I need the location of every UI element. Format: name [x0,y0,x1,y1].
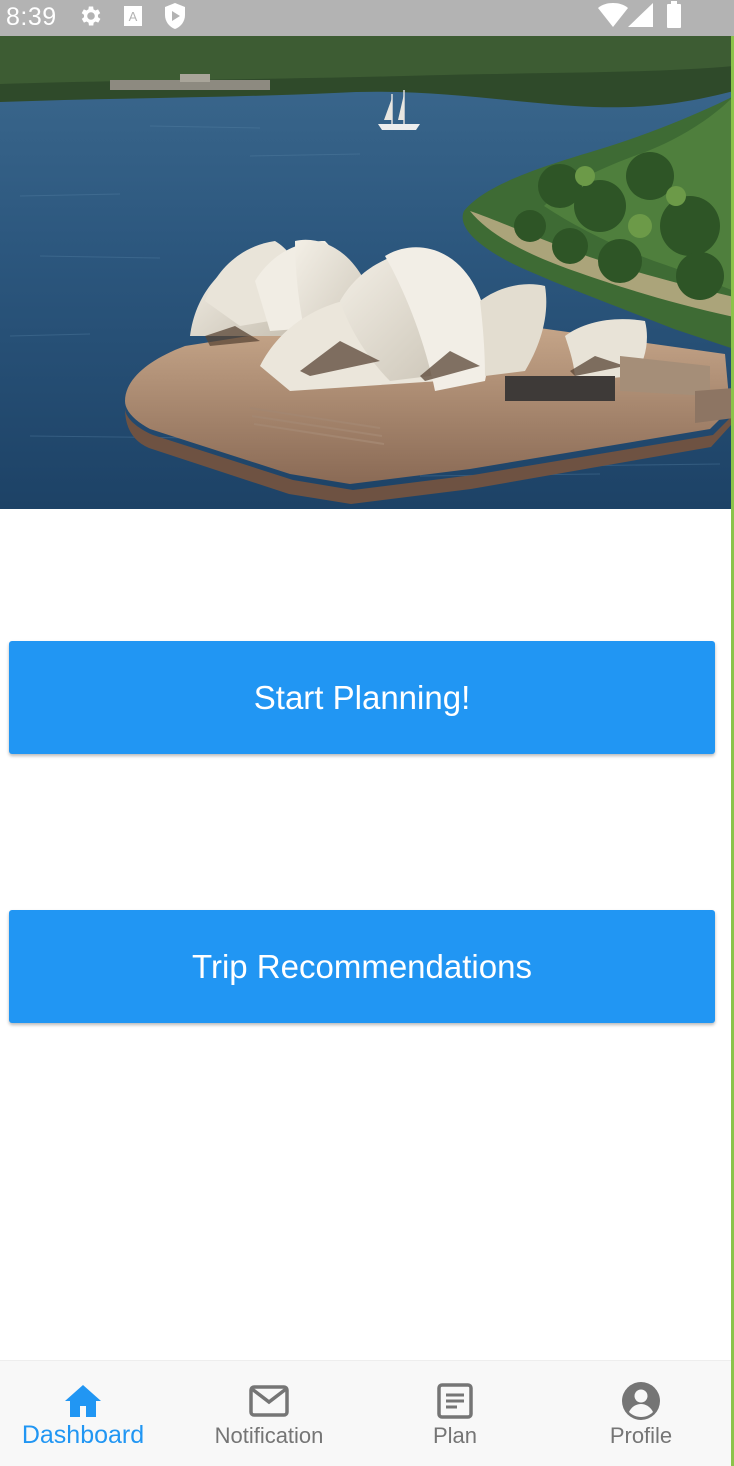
bottom-navigation: Dashboard Notification Plan Profile [0,1360,731,1466]
nav-label-plan: Plan [432,1423,478,1448]
nav-label-profile: Profile [609,1423,673,1448]
hero-image [0,36,734,509]
signal-icon [628,3,654,32]
gear-icon [78,3,104,34]
wifi-icon [598,2,628,33]
status-bar: 8:39 A [0,0,734,36]
font-icon: A [123,5,143,32]
nav-label-dashboard: Dashboard [21,1421,145,1449]
battery-icon [666,1,682,34]
start-planning-button[interactable]: Start Planning! [9,641,715,754]
mail-icon [249,1381,289,1421]
document-icon [437,1381,473,1421]
shield-play-icon [163,2,187,35]
status-time: 8:39 [6,3,57,31]
nav-label-notification: Notification [214,1423,324,1448]
account-circle-icon [621,1381,661,1421]
nav-item-profile[interactable]: Profile [555,1361,727,1466]
home-icon [64,1381,102,1421]
nav-item-dashboard[interactable]: Dashboard [0,1361,166,1466]
svg-text:A: A [129,9,138,24]
nav-item-plan[interactable]: Plan [372,1361,538,1466]
nav-item-notification[interactable]: Notification [183,1361,355,1466]
trip-recommendations-button[interactable]: Trip Recommendations [9,910,715,1023]
